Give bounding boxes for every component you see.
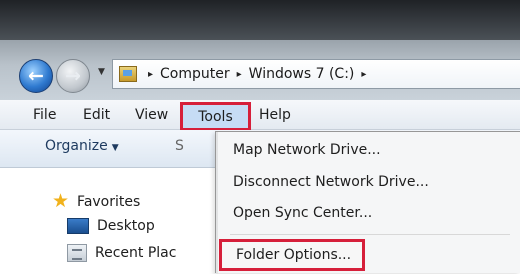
chevron-down-icon: ▼ (111, 143, 119, 153)
nav-item-desktop[interactable]: Desktop (67, 218, 155, 234)
menu-item-disconnect-network-drive[interactable]: Disconnect Network Drive... (233, 174, 429, 190)
back-arrow-icon: ← (28, 64, 44, 87)
nav-item-label: Favorites (77, 193, 141, 210)
menu-view[interactable]: View (135, 100, 168, 130)
menu-item-map-network-drive[interactable]: Map Network Drive... (233, 142, 381, 158)
organize-button[interactable]: Organize ▼ (45, 138, 119, 154)
desktop-icon (67, 218, 89, 234)
tools-dropdown-menu: Map Network Drive... Disconnect Network … (215, 131, 520, 274)
menu-tools[interactable]: Tools (180, 102, 251, 131)
recent-pages-dropdown-icon[interactable]: ▼ (98, 67, 105, 77)
menu-gutter (216, 132, 218, 274)
forward-button[interactable]: → (56, 59, 90, 93)
nav-item-label: Desktop (97, 218, 155, 234)
forward-arrow-icon: → (65, 64, 81, 87)
breadcrumb-windows-7-c[interactable]: Windows 7 (C:) (249, 66, 355, 82)
organize-label: Organize (45, 138, 108, 154)
nav-item-favorites[interactable]: ★ Favorites (52, 192, 140, 211)
star-icon: ★ (52, 190, 70, 212)
menu-separator (230, 234, 510, 235)
navigation-pane: ★ Favorites Desktop Recent Plac (0, 168, 215, 273)
chevron-right-icon[interactable]: ▸ (148, 69, 153, 80)
toolbar-partial-button[interactable]: S (175, 138, 184, 154)
menu-file[interactable]: File (33, 100, 56, 130)
menu-help[interactable]: Help (259, 100, 291, 130)
address-bar[interactable]: ▸ Computer ▸ Windows 7 (C:) ▸ (112, 59, 520, 89)
breadcrumb-computer[interactable]: Computer (160, 66, 230, 82)
back-button[interactable]: ← (19, 59, 53, 93)
window-title-area (0, 0, 520, 40)
menu-item-open-sync-center[interactable]: Open Sync Center... (233, 205, 372, 221)
menu-item-folder-options[interactable]: Folder Options... (219, 239, 365, 271)
chevron-right-icon[interactable]: ▸ (237, 69, 242, 80)
recent-places-icon (67, 244, 87, 262)
computer-folder-icon (119, 66, 137, 82)
nav-item-label: Recent Plac (95, 245, 177, 261)
menu-bar: File Edit View Tools Help (0, 100, 520, 131)
menu-edit[interactable]: Edit (83, 100, 110, 130)
chevron-right-icon[interactable]: ▸ (361, 69, 366, 80)
nav-item-recent-places[interactable]: Recent Plac (67, 244, 176, 262)
